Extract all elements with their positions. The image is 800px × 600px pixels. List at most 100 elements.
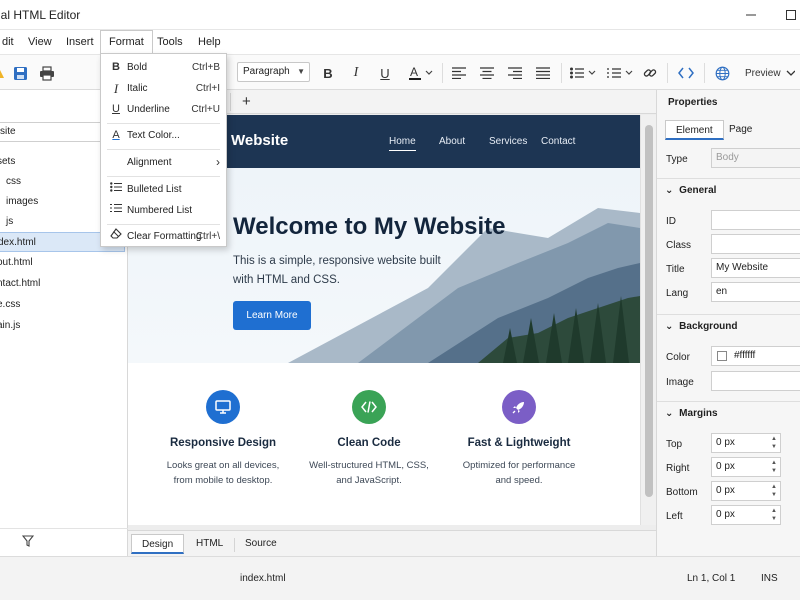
menu-help[interactable]: Help: [190, 30, 229, 54]
menu-view[interactable]: View: [20, 30, 60, 54]
status-cursor-position: Ln 1, Col 1: [687, 573, 736, 584]
file-panel-footer: [0, 528, 128, 556]
stepper-arrows-icon[interactable]: ▲ ▼: [771, 459, 777, 475]
menu-item-numbered-list[interactable]: Numbered List: [101, 200, 226, 221]
image-label: Image: [666, 377, 694, 388]
open-folder-button[interactable]: [0, 64, 4, 82]
lang-field[interactable]: en: [711, 282, 800, 302]
margin-right-value: 0 px: [716, 461, 735, 472]
title-field[interactable]: My Website: [711, 258, 800, 278]
menu-item-clear-formatting[interactable]: Clear Formatting Ctrl+\: [101, 226, 226, 247]
site-nav-about[interactable]: About: [439, 136, 465, 147]
menu-item-label: Underline: [127, 104, 170, 115]
maximize-button[interactable]: [782, 6, 800, 24]
margin-bottom-stepper[interactable]: 0 px ▲ ▼: [711, 481, 781, 501]
code-view-button[interactable]: [677, 64, 695, 82]
feature-desc-line: and JavaScript.: [336, 475, 402, 486]
menu-insert[interactable]: Insert: [58, 30, 102, 54]
site-brand[interactable]: Website: [231, 132, 288, 149]
menu-item-italic[interactable]: I Italic Ctrl+I: [101, 78, 226, 99]
menu-item-bold[interactable]: B Bold Ctrl+B: [101, 57, 226, 78]
filter-button[interactable]: [21, 535, 35, 550]
margin-right-stepper[interactable]: 0 px ▲ ▼: [711, 457, 781, 477]
tree-file-style-css[interactable]: e.css: [0, 295, 123, 315]
insert-link-button[interactable]: [642, 64, 658, 82]
new-tab-button[interactable]: +: [242, 93, 251, 110]
tab-page[interactable]: Page: [719, 120, 762, 140]
background-color-field[interactable]: #ffffff: [711, 346, 800, 366]
bold-button[interactable]: B: [320, 64, 336, 82]
menu-item-shortcut: Ctrl+\: [195, 231, 220, 242]
web-preview-button[interactable]: [713, 64, 731, 82]
feature-desc-line: Looks great on all devices,: [166, 460, 280, 471]
status-bar: index.html Ln 1, Col 1 INS: [0, 556, 800, 600]
text-color-icon: A: [112, 129, 120, 141]
menu-item-shortcut: Ctrl+U: [191, 104, 220, 115]
tree-file-main-js[interactable]: ain.js: [0, 316, 123, 336]
section-background[interactable]: ⌄ Background: [657, 314, 800, 338]
paragraph-style-select[interactable]: Paragraph ▼: [237, 62, 310, 82]
chevron-down-icon: ⌄: [665, 185, 674, 196]
text-color-button[interactable]: A: [408, 64, 434, 82]
print-icon: [40, 65, 54, 81]
menu-format[interactable]: Format: [100, 30, 153, 54]
align-right-button[interactable]: [507, 64, 523, 82]
align-center-button[interactable]: [479, 64, 495, 82]
menu-item-shortcut: Ctrl+I: [195, 83, 220, 94]
menu-item-underline[interactable]: U Underline Ctrl+U: [101, 99, 226, 120]
align-left-button[interactable]: [451, 64, 467, 82]
italic-icon: I: [353, 65, 359, 80]
site-nav-home[interactable]: Home: [389, 136, 416, 151]
preview-dropdown[interactable]: Preview: [745, 64, 795, 82]
color-swatch[interactable]: [717, 351, 727, 361]
stepper-arrows-icon[interactable]: ▲ ▼: [771, 435, 777, 451]
site-nav-contact[interactable]: Contact: [541, 136, 575, 147]
tab-design[interactable]: Design: [131, 534, 185, 554]
background-image-field[interactable]: [711, 371, 800, 391]
numbered-list-button[interactable]: [607, 64, 635, 82]
stepper-arrows-icon[interactable]: ▲ ▼: [771, 507, 777, 523]
file-search-value: site: [0, 126, 16, 137]
bold-icon: B: [112, 61, 120, 73]
preview-label: Preview: [745, 67, 781, 79]
scrollbar-thumb[interactable]: [645, 125, 653, 497]
id-field[interactable]: [711, 210, 800, 230]
rocket-icon: [502, 390, 536, 424]
class-field[interactable]: [711, 234, 800, 254]
margin-left-stepper[interactable]: 0 px ▲ ▼: [711, 505, 781, 525]
status-filename: index.html: [240, 573, 286, 584]
class-label: Class: [666, 240, 692, 251]
tab-source[interactable]: Source: [235, 534, 287, 554]
minimize-button[interactable]: [742, 6, 760, 24]
stepper-arrows-icon[interactable]: ▲ ▼: [771, 483, 777, 499]
justify-button[interactable]: [535, 64, 551, 82]
print-button[interactable]: [38, 64, 56, 82]
menu-tools[interactable]: Tools: [149, 30, 191, 54]
toolbar-separator: [704, 63, 705, 83]
menu-separator: [107, 123, 220, 124]
site-nav-services[interactable]: Services: [489, 136, 527, 147]
section-general[interactable]: ⌄ General: [657, 178, 800, 202]
feature-desc-line: Well-structured HTML, CSS,: [309, 460, 429, 471]
margin-top-stepper[interactable]: 0 px ▲ ▼: [711, 433, 781, 453]
save-button[interactable]: [11, 64, 29, 82]
section-general-title: General: [679, 185, 717, 196]
underline-button[interactable]: U: [377, 64, 393, 82]
tree-file-contact-html[interactable]: ntact.html: [0, 274, 123, 294]
menu-edit[interactable]: dit: [0, 30, 22, 54]
menu-item-bulleted-list[interactable]: Bulleted List: [101, 179, 226, 200]
bulleted-list-button[interactable]: [570, 64, 598, 82]
tree-file-about-html[interactable]: out.html: [0, 253, 123, 273]
menu-item-shortcut: Ctrl+B: [191, 62, 220, 73]
italic-button[interactable]: I: [348, 64, 364, 82]
learn-more-button[interactable]: Learn More: [233, 301, 311, 330]
tab-html[interactable]: HTML: [186, 534, 233, 554]
menu-item-alignment[interactable]: Alignment ›: [101, 152, 226, 173]
toolbar-separator: [667, 63, 668, 83]
minimize-icon: [746, 14, 756, 16]
menu-item-text-color[interactable]: A Text Color...: [101, 125, 226, 146]
canvas-vertical-scrollbar[interactable]: [640, 115, 656, 525]
tab-element[interactable]: Element: [665, 120, 724, 140]
section-margins[interactable]: ⌄ Margins: [657, 401, 800, 425]
type-field: Body: [711, 148, 800, 168]
